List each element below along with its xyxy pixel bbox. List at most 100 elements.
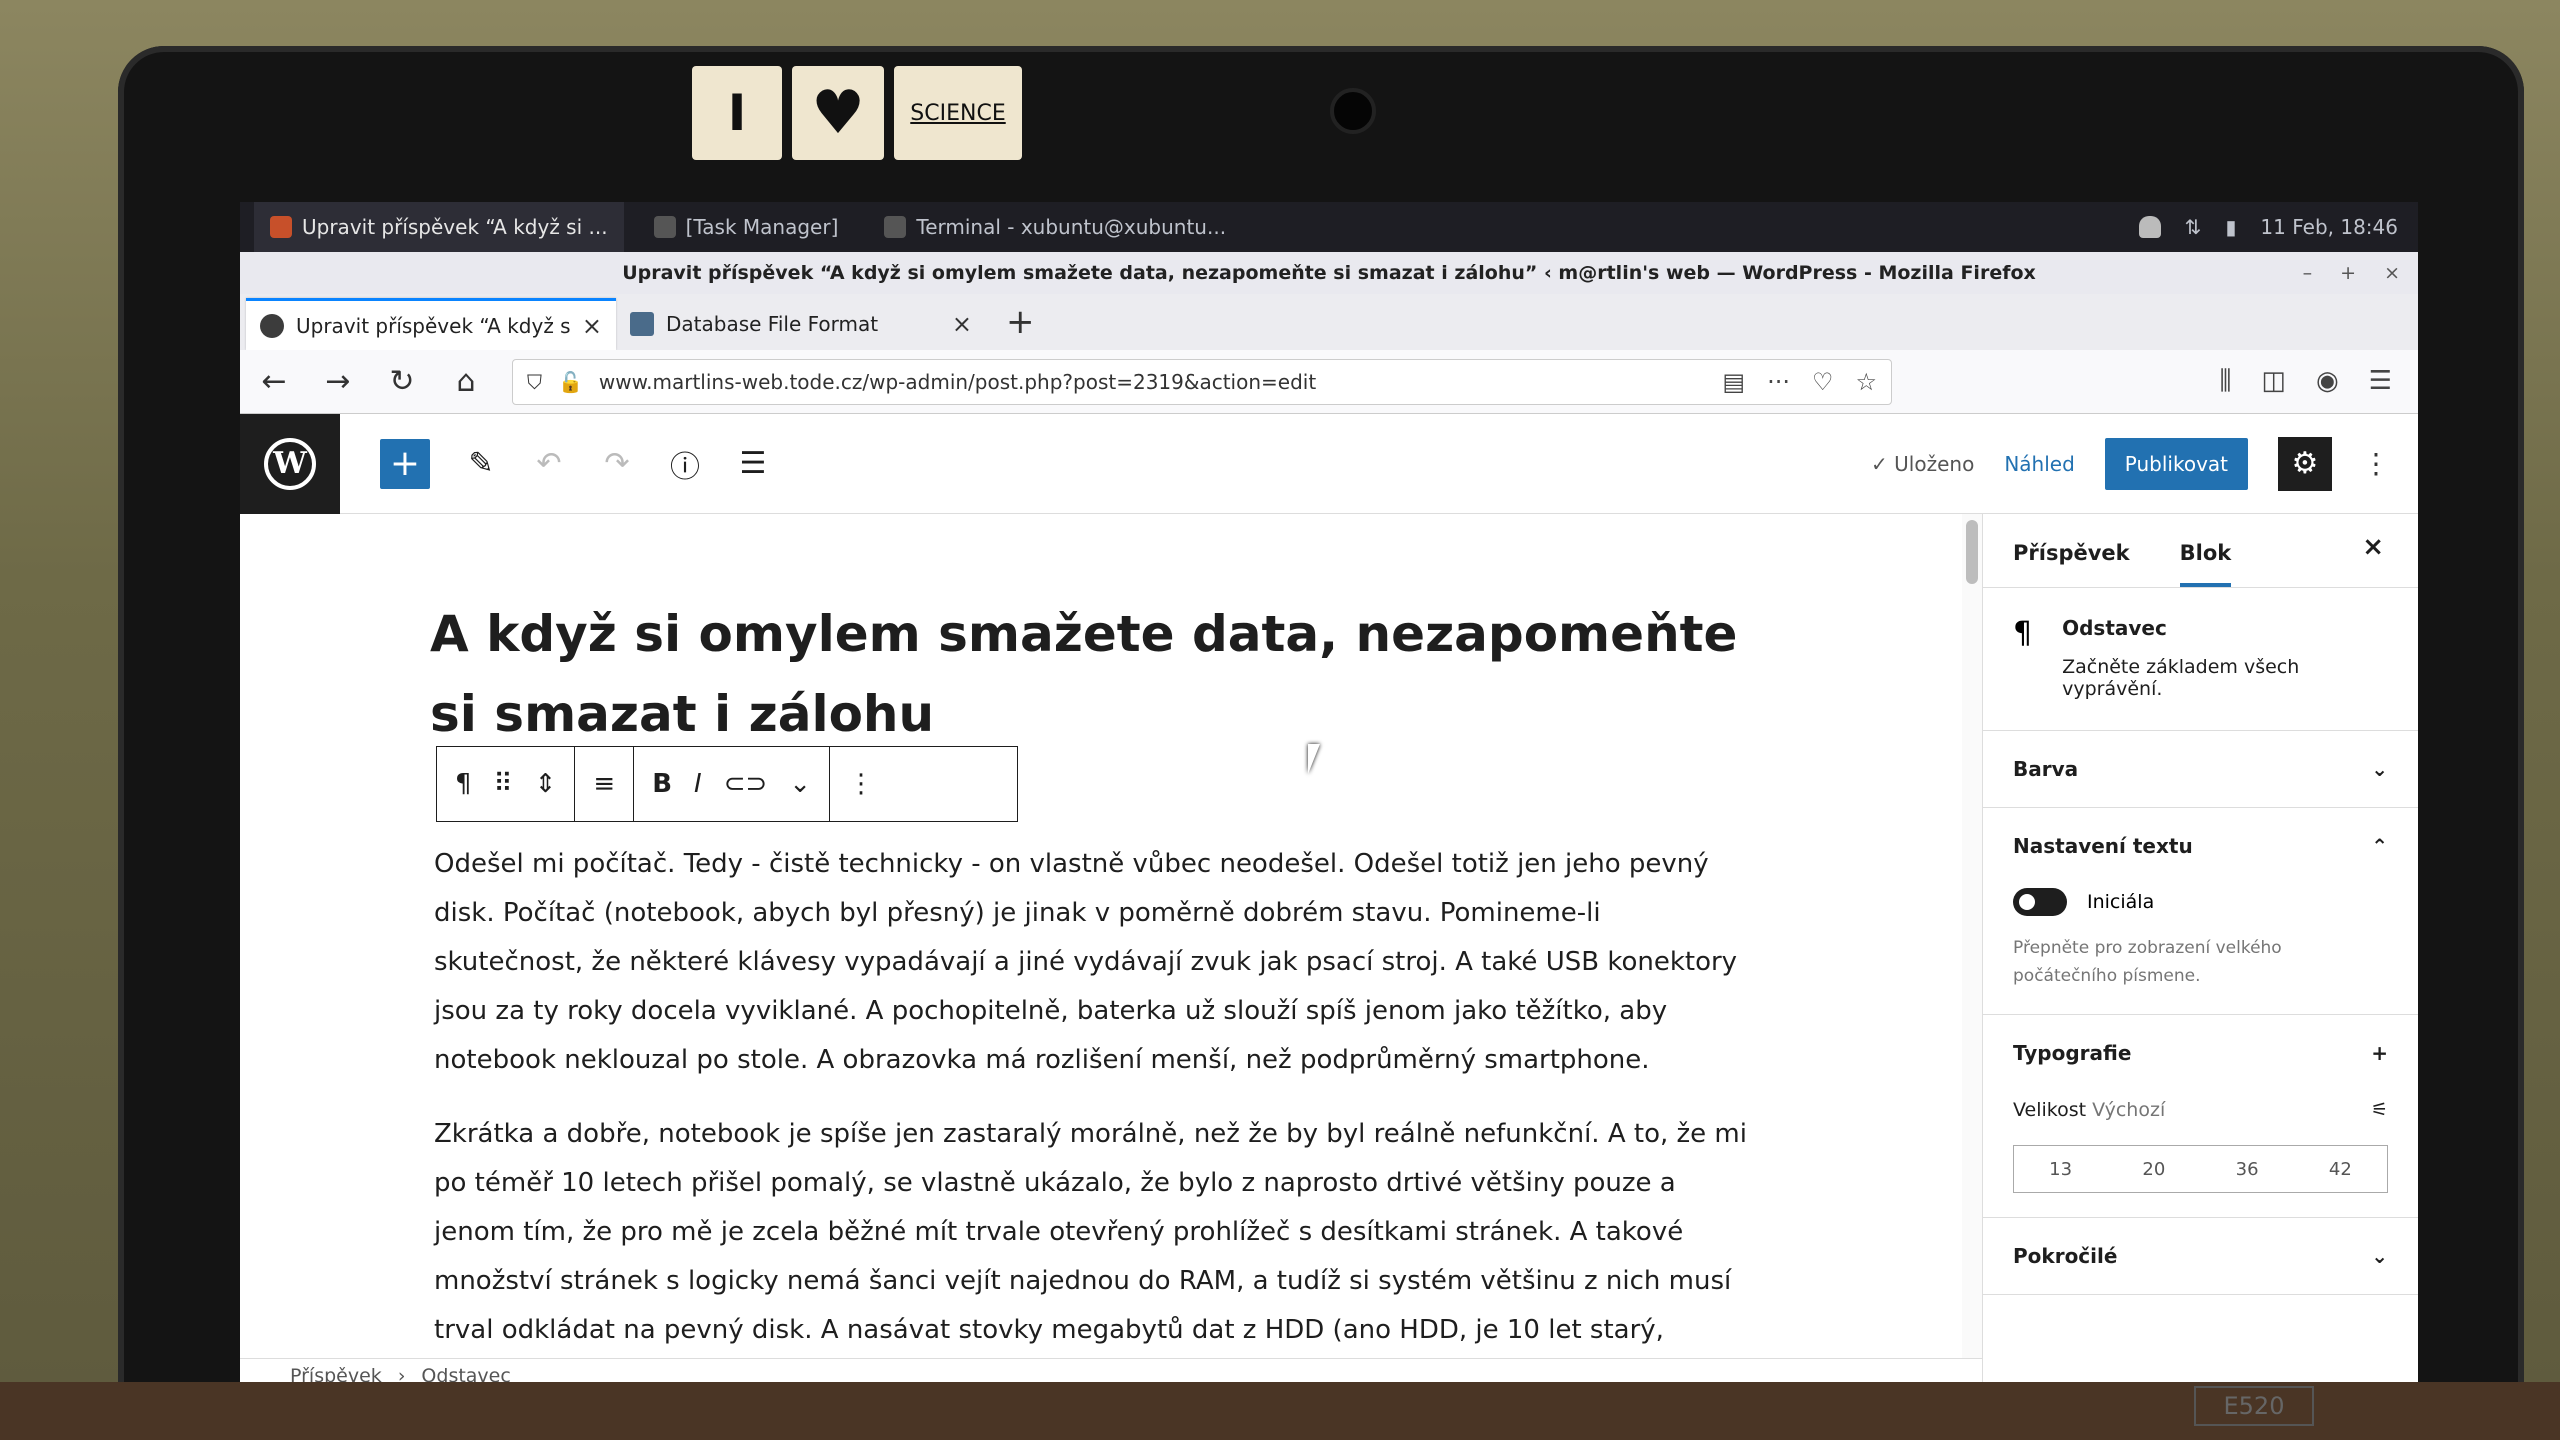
terminal-icon [884,216,907,238]
toggle-switch[interactable] [2013,888,2067,916]
size-option[interactable]: 13 [2049,1159,2072,1180]
account-icon[interactable]: ◉ [2316,366,2339,397]
paragraph-block[interactable]: Odešel mi počítač. Tedy - čistě technick… [434,840,1754,1085]
insecure-lock-icon[interactable]: 🔓 [558,370,583,394]
bookmark-star-icon[interactable]: ☆ [1855,368,1877,396]
editor-canvas: A když si omylem smažete data, nezapomeň… [240,514,1982,1392]
size-default: Výchozí [2092,1099,2166,1121]
text-settings-panel[interactable]: Nastavení textu ⌃ [1983,808,2418,884]
drag-handle-icon[interactable]: ⠿ [494,769,513,799]
wordpress-icon [260,313,284,338]
tab-wordpress[interactable]: Upravit příspěvek “A když si o × [246,298,616,350]
desk-surface [0,1382,2560,1440]
library-icon[interactable]: ⫼ [2219,366,2231,397]
network-icon[interactable]: ⇅ [2185,215,2202,239]
settings-sidebar: Příspěvek Blok × ¶ Odstavec Začněte zákl… [1982,514,2418,1392]
webcam [1330,88,1376,134]
tab-database[interactable]: Database File Format × [616,298,986,350]
reader-icon[interactable]: ▤ [1722,368,1745,396]
color-panel[interactable]: Barva ⌄ [1983,731,2418,808]
format-group: B I ⊂⊃ ⌄ [634,747,831,821]
bold-icon[interactable]: B [652,769,672,799]
close-sidebar-icon[interactable]: × [2362,532,2384,562]
pencil-icon[interactable]: ✎ [464,446,498,481]
settings-gear-icon[interactable]: ⚙ [2278,436,2332,491]
list-view-icon[interactable]: ☰ [736,446,770,481]
saved-status: ✓ Uloženo [1871,451,1975,476]
mouse-cursor [1308,744,1332,774]
notification-icon[interactable] [2138,216,2161,238]
paragraph-block[interactable]: Zkrátka a dobře, notebook je spíše jen z… [434,1110,1754,1392]
forward-icon[interactable]: → [320,364,356,399]
block-toolbar: ¶ ⠿ ⇕ ≡ B I ⊂⊃ ⌄ ⋮ [436,746,1018,822]
dropcap-toggle[interactable]: Iniciála [2013,888,2388,916]
minimize-icon[interactable]: – [2303,252,2313,294]
add-block-button[interactable]: + [380,438,430,489]
battery-icon[interactable]: ▮ [2225,215,2236,239]
block-card: ¶ Odstavec Začněte základem všech vypráv… [1983,588,2418,731]
link-icon[interactable]: ⊂⊃ [724,769,768,799]
url-text[interactable]: www.martlins-web.tode.cz/wp-admin/post.p… [599,370,1706,394]
window-icon [653,216,676,238]
url-bar[interactable]: ⛉ 🔓 www.martlins-web.tode.cz/wp-admin/po… [512,358,1892,405]
paragraph-icon: ¶ [2013,616,2033,651]
back-icon[interactable]: ← [256,364,292,399]
tab-block[interactable]: Blok [2179,541,2232,587]
sliders-icon[interactable]: ⚟ [2371,1099,2388,1121]
close-window-icon[interactable]: × [2384,252,2400,294]
size-row: Velikost Výchozí ⚟ [2013,1099,2388,1121]
sidebar-icon[interactable]: ◫ [2261,366,2286,397]
new-tab-button[interactable]: + [1006,302,1035,342]
typography-panel[interactable]: Typografie + [1983,1015,2418,1091]
align-group: ≡ [575,747,635,821]
home-icon[interactable]: ⌂ [448,364,484,399]
text-settings-body: Iniciála Přepněte pro zobrazení velkého … [1983,888,2418,1015]
block-description: Začněte základem všech vyprávění. [2062,656,2300,700]
nav-bar: ← → ↻ ⌂ ⛉ 🔓 www.martlins-web.tode.cz/wp-… [240,350,2418,414]
close-tab-icon[interactable]: × [952,310,972,338]
reload-icon[interactable]: ↻ [384,364,420,399]
size-option[interactable]: 36 [2236,1159,2259,1180]
undo-icon[interactable]: ↶ [532,446,566,481]
align-left-icon[interactable]: ≡ [593,769,615,799]
size-option[interactable]: 42 [2329,1159,2352,1180]
publish-button[interactable]: Publikovat [2104,437,2248,490]
redo-icon[interactable]: ↷ [600,446,634,481]
editor-scrollbar[interactable] [1962,514,1982,1358]
tab-post[interactable]: Příspěvek [2013,541,2130,587]
pocket-icon[interactable]: ♡ [1812,368,1834,396]
post-title[interactable]: A když si omylem smažete data, nezapomeň… [430,594,1750,754]
menu-icon[interactable]: ☰ [2369,366,2392,397]
sticker-science: SCIENCE [894,66,1022,160]
advanced-panel[interactable]: Pokročilé ⌄ [1983,1218,2418,1295]
size-option[interactable]: 20 [2142,1159,2165,1180]
wordpress-logo-icon[interactable]: W [240,413,340,514]
model-label: E520 [2194,1386,2314,1426]
toolbar-right: ⫼ ◫ ◉ ☰ [2219,366,2418,397]
preview-button[interactable]: Náhled [2004,452,2074,476]
size-label: Velikost [2013,1099,2087,1121]
chevron-down-icon[interactable]: ⌄ [789,769,811,799]
close-tab-icon[interactable]: × [582,312,602,340]
more-icon[interactable]: ··· [1767,368,1790,396]
task-firefox[interactable]: Upravit příspěvek “A když si ... [254,202,624,252]
info-icon[interactable]: ⓘ [668,442,702,486]
advanced-label: Pokročilé [2013,1244,2118,1268]
task-manager[interactable]: [Task Manager] [638,202,855,252]
task-terminal[interactable]: Terminal - xubuntu@xubuntu... [868,202,1242,252]
window-controls: – + × [2303,252,2400,294]
scroll-thumb[interactable] [1966,520,1978,584]
move-icon[interactable]: ⇕ [535,769,557,799]
plus-icon[interactable]: + [2371,1041,2388,1065]
sticker-i: I [692,66,782,160]
paragraph-icon[interactable]: ¶ [455,769,472,799]
block-options-icon[interactable]: ⋮ [848,769,874,799]
dropcap-label: Iniciála [2087,891,2155,913]
maximize-icon[interactable]: + [2340,252,2356,294]
options-icon[interactable]: ⋮ [2362,447,2390,480]
shield-icon[interactable]: ⛉ [527,370,542,394]
sidebar-tabs: Příspěvek Blok × [1983,514,2418,588]
clock[interactable]: 11 Feb, 18:46 [2260,215,2398,239]
italic-icon[interactable]: I [694,769,702,799]
font-size-picker: 13 20 36 42 [2013,1145,2388,1193]
